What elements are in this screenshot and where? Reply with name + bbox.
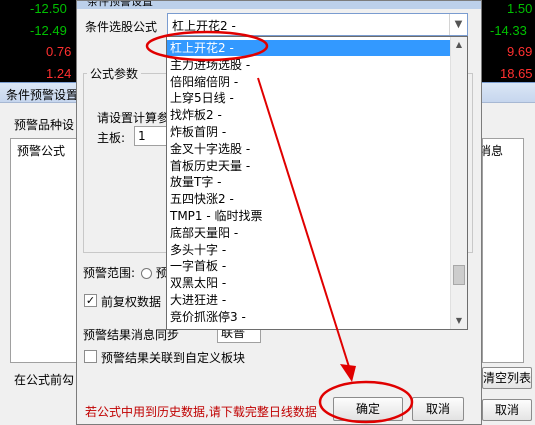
ticker-left-value: -12.49 [30,23,67,38]
dropdown-item[interactable]: 底部天量阳 - [167,225,451,241]
dropdown-item[interactable]: 上穿5日线 - [167,90,451,106]
dropdown-scrollbar[interactable]: ▲ ▼ [450,37,467,329]
ticker-left-value: 1.24 [46,66,72,81]
scroll-up-icon[interactable]: ▲ [451,37,467,53]
formula-list[interactable]: 预警公式 [10,138,78,363]
scroll-thumb[interactable] [453,265,465,285]
dropdown-item[interactable]: 金叉十字选股 - [167,141,451,157]
dropdown-item[interactable]: 放量T字 - [167,174,451,190]
ticker-right-value: -14.33 [490,23,527,38]
before-formula-text: 在公式前勾 [14,373,75,387]
dropdown-item[interactable]: 一字首板 - [167,258,451,274]
dropdown-item[interactable]: 竞价抓涨停3 - [167,309,451,325]
scroll-down-icon[interactable]: ▼ [451,313,467,329]
alert-range-text: 预警范围: [83,266,136,280]
formula-combobox-value: 杠上开花2 - [172,19,236,33]
params-group-title: 公式参数 [87,65,142,82]
dropdown-item[interactable]: 找炸板2 - [167,107,451,123]
download-warning-text: 若公式中用到历史数据,请下载完整日线数据 [85,405,317,419]
dialog-title: 条件预警设置 [77,1,481,9]
dropdown-item[interactable]: 五四快涨2 - [167,191,451,207]
link-board-checkbox[interactable] [84,350,97,363]
dropdown-item[interactable]: TMP1 - 临时找票 [167,208,451,224]
cancel-button[interactable]: 取消 [412,397,464,421]
message-column-header: 消息 [479,144,504,158]
radio-icon[interactable] [140,268,152,279]
background-cancel-button[interactable]: 取消 [482,399,532,421]
ticker-left-value: -12.50 [30,1,67,16]
ok-button[interactable]: 确定 [333,397,403,421]
sync-label: 预警结果消息同步 [83,328,180,342]
ticker-left-value: 0.76 [46,44,72,59]
calc-params-label: 请设置计算参 [97,111,170,125]
chevron-down-icon[interactable]: ▼ [449,14,467,35]
variety-label: 预警品种设 [14,118,75,132]
link-board-label: 预警结果关联到自定义板块 [101,351,246,365]
dropdown-item[interactable]: 双黑太阳 - [167,275,451,291]
dropdown-item[interactable]: 炸板首阴 - [167,124,451,140]
adjust-checkbox-label: 前复权数据 [101,295,162,309]
ticker-right-value: 9.69 [507,44,533,59]
ticker-right-value: 1.50 [507,1,533,16]
alert-range-label: 预警范围: 预 [83,264,168,281]
formula-combobox[interactable]: 杠上开花2 - ▼ [167,13,468,36]
formula-dropdown-list[interactable]: 杠上开花2 - 主力进场选股 - 倍阳缩倍阴 - 上穿5日线 - 找炸板2 - 炸板首阴 … [166,36,468,330]
dropdown-item[interactable]: 倍阳缩倍阴 - [167,74,451,90]
main-board-label: 主板: [97,131,126,145]
dropdown-item[interactable]: 主力进场选股 - [167,57,451,73]
dropdown-item[interactable]: 杠上开花2 - [167,40,451,56]
formula-label: 条件选股公式 [85,20,158,34]
message-list[interactable]: 消息 [479,138,524,363]
ticker-right-value: 18.65 [500,66,533,81]
adjust-checkbox[interactable]: ✓ [84,294,97,307]
formula-column-header: 预警公式 [17,144,66,158]
clear-list-button[interactable]: 清空列表 [482,367,532,389]
dropdown-item[interactable]: 大进狂进 - [167,292,451,308]
dropdown-item[interactable]: 多头十字 - [167,242,451,258]
dropdown-item[interactable]: 首板历史天量 - [167,158,451,174]
